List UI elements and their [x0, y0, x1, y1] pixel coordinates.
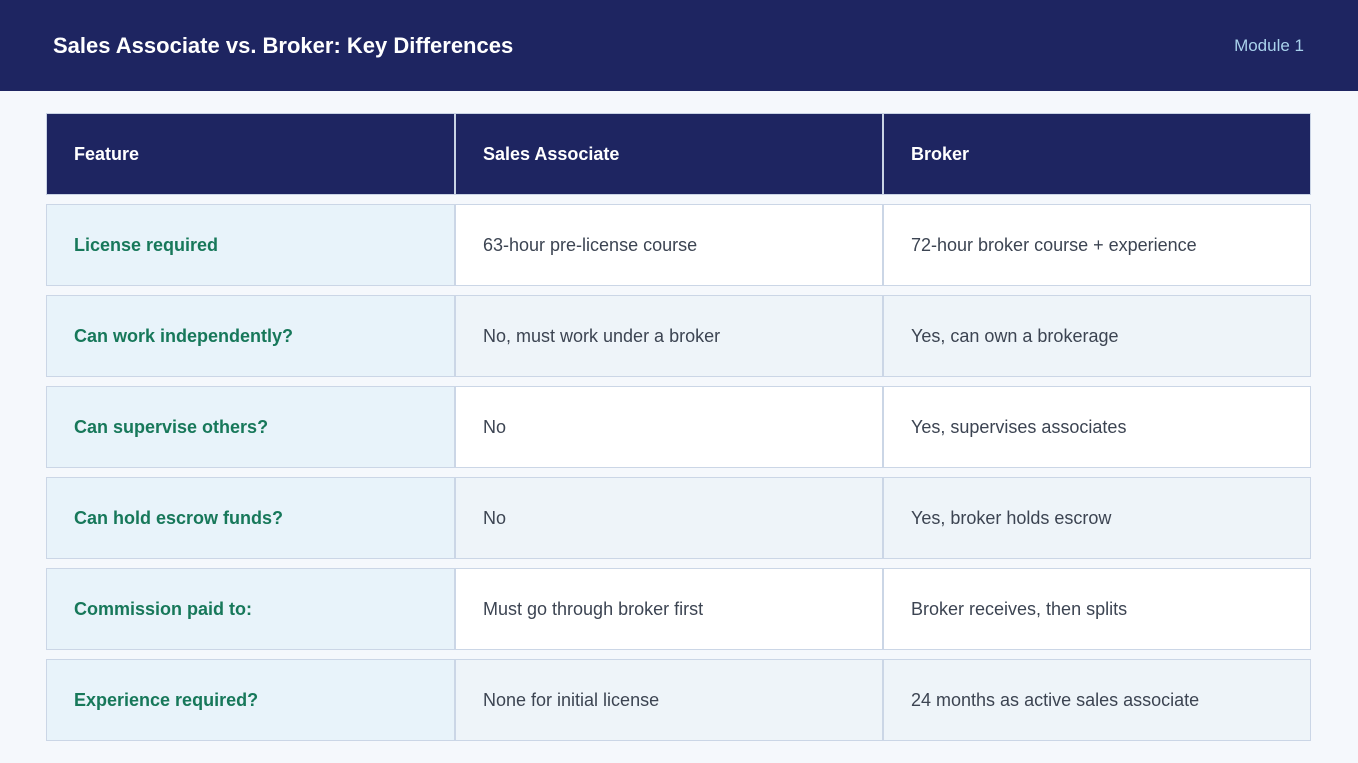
slide-header: Sales Associate vs. Broker: Key Differen… — [0, 0, 1358, 91]
sales-associate-cell: 63-hour pre-license course — [455, 204, 883, 286]
broker-cell: Yes, can own a brokerage — [883, 295, 1311, 377]
module-label: Module 1 — [1234, 36, 1304, 55]
broker-cell: Broker receives, then splits — [883, 568, 1311, 650]
broker-cell: Yes, broker holds escrow — [883, 477, 1311, 559]
broker-cell: Yes, supervises associates — [883, 386, 1311, 468]
feature-cell: Can hold escrow funds? — [46, 477, 455, 559]
feature-cell: Can work independently? — [46, 295, 455, 377]
feature-cell: License required — [46, 204, 455, 286]
feature-cell: Experience required? — [46, 659, 455, 741]
table-row: Experience required? None for initial li… — [46, 659, 1311, 741]
table-row: Can supervise others? No Yes, supervises… — [46, 386, 1311, 468]
feature-cell: Commission paid to: — [46, 568, 455, 650]
sales-associate-cell: No — [455, 386, 883, 468]
sales-associate-cell: No — [455, 477, 883, 559]
column-header-broker: Broker — [883, 113, 1311, 195]
feature-cell: Can supervise others? — [46, 386, 455, 468]
table-row: License required 63-hour pre-license cou… — [46, 204, 1311, 286]
table-row: Can hold escrow funds? No Yes, broker ho… — [46, 477, 1311, 559]
sales-associate-cell: Must go through broker first — [455, 568, 883, 650]
sales-associate-cell: No, must work under a broker — [455, 295, 883, 377]
table-row: Commission paid to: Must go through brok… — [46, 568, 1311, 650]
sales-associate-cell: None for initial license — [455, 659, 883, 741]
broker-cell: 72-hour broker course + experience — [883, 204, 1311, 286]
table-row: Can work independently? No, must work un… — [46, 295, 1311, 377]
table-header-row: Feature Sales Associate Broker — [46, 113, 1311, 195]
column-header-sales-associate: Sales Associate — [455, 113, 883, 195]
broker-cell: 24 months as active sales associate — [883, 659, 1311, 741]
column-header-feature: Feature — [46, 113, 455, 195]
page-title: Sales Associate vs. Broker: Key Differen… — [53, 33, 514, 58]
